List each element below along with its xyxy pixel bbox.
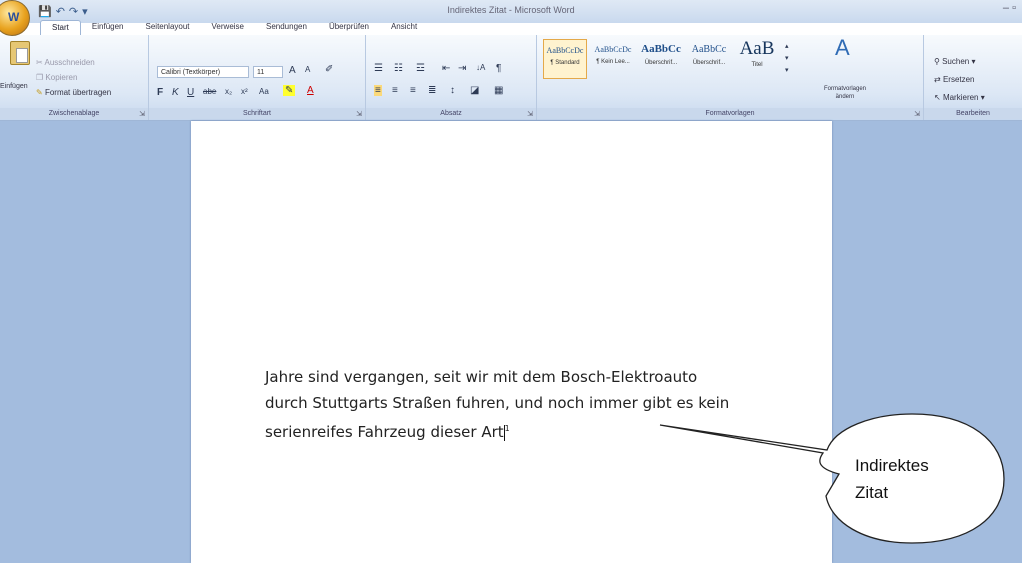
callout-shape: [659, 413, 1005, 544]
callout-line-2: Zitat: [855, 483, 889, 502]
office-logo-icon: W: [8, 10, 20, 24]
callout-line-1: Indirektes: [855, 456, 929, 475]
callout-label: Indirektes Zitat: [855, 452, 929, 506]
